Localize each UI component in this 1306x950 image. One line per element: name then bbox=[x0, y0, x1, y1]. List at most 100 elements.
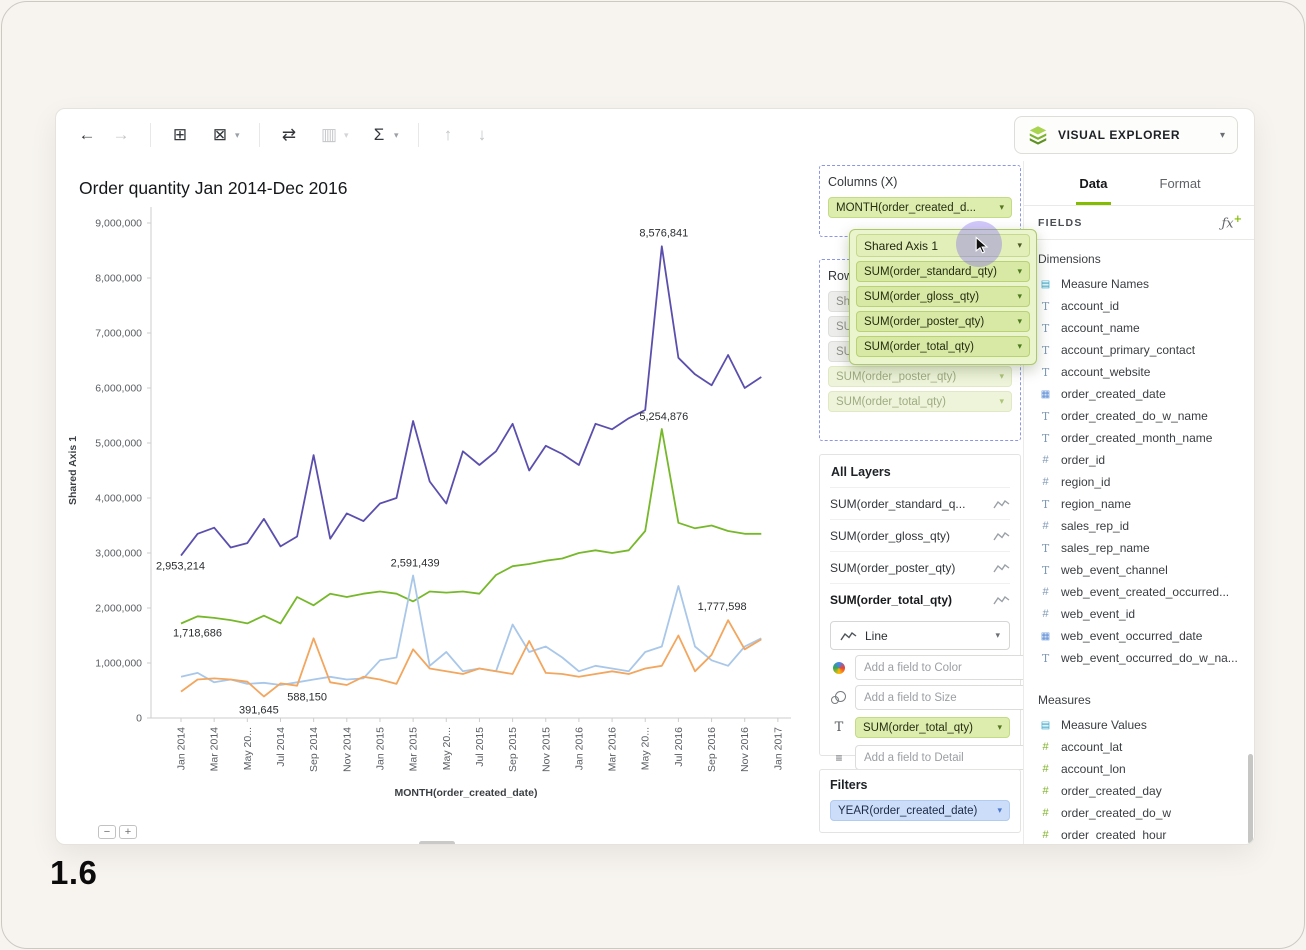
field-item-measure[interactable]: #account_lat bbox=[1038, 736, 1255, 758]
sort-descending-icon[interactable]: ↓ bbox=[467, 120, 497, 150]
field-item-dimension[interactable]: ▤Measure Names bbox=[1038, 273, 1255, 295]
number-type-icon: # bbox=[1038, 763, 1053, 775]
shared-axis-field-pill[interactable]: SUM(order_poster_qty)▾ bbox=[856, 311, 1030, 332]
svg-text:588,150: 588,150 bbox=[287, 692, 327, 704]
field-item-dimension[interactable]: Taccount_primary_contact bbox=[1038, 339, 1255, 361]
field-item-dimension[interactable]: #web_event_id bbox=[1038, 603, 1255, 625]
svg-text:8,000,000: 8,000,000 bbox=[95, 273, 142, 285]
field-item-dimension[interactable]: Torder_created_month_name bbox=[1038, 427, 1255, 449]
shared-axis-header[interactable]: Shared Axis 1 ▾ bbox=[856, 234, 1030, 257]
layer-row[interactable]: SUM(order_standard_q... bbox=[830, 487, 1010, 519]
text-type-icon: T bbox=[1038, 498, 1053, 511]
data-sidebar: Data Format FIELDS ƒx+ Dimensions ▤Measu… bbox=[1023, 161, 1255, 844]
svg-text:Sep 2014: Sep 2014 bbox=[308, 727, 320, 772]
field-item-dimension[interactable]: ▦web_event_occurred_date bbox=[1038, 625, 1255, 647]
svg-text:Jul 2015: Jul 2015 bbox=[474, 727, 486, 767]
tab-data[interactable]: Data bbox=[1076, 161, 1110, 205]
field-item-dimension[interactable]: Tregion_name bbox=[1038, 493, 1255, 515]
svg-text:2,591,439: 2,591,439 bbox=[391, 558, 440, 570]
number-type-icon: # bbox=[1038, 829, 1053, 840]
field-item-dimension[interactable]: #region_id bbox=[1038, 471, 1255, 493]
order-quantity-line-chart[interactable]: 01,000,0002,000,0003,000,0004,000,0005,0… bbox=[56, 161, 846, 809]
chevron-down-icon[interactable]: ▾ bbox=[1017, 316, 1022, 327]
field-item-dimension[interactable]: #order_id bbox=[1038, 449, 1255, 471]
sort-ascending-icon[interactable]: ↑ bbox=[433, 120, 463, 150]
svg-text:391,645: 391,645 bbox=[239, 705, 279, 717]
filters-title: Filters bbox=[830, 778, 1010, 792]
field-item-measure[interactable]: #order_created_day bbox=[1038, 780, 1255, 802]
field-item-dimension[interactable]: Torder_created_do_w_name bbox=[1038, 405, 1255, 427]
chevron-down-icon[interactable]: ▾ bbox=[394, 130, 404, 141]
zoom-in-button[interactable]: + bbox=[119, 825, 137, 839]
chevron-down-icon[interactable]: ▾ bbox=[999, 396, 1004, 407]
field-item-dimension[interactable]: Tsales_rep_name bbox=[1038, 537, 1255, 559]
chevron-down-icon[interactable]: ▾ bbox=[1017, 240, 1022, 251]
clear-viz-icon[interactable]: ⊠ bbox=[205, 120, 235, 150]
sidebar-scrollbar[interactable] bbox=[1248, 754, 1253, 844]
visual-explorer-button[interactable]: VISUAL EXPLORER ▾ bbox=[1014, 116, 1238, 154]
shared-axis-field-pill[interactable]: SUM(order_gloss_qty)▾ bbox=[856, 286, 1030, 307]
field-item-dimension[interactable]: Tweb_event_channel bbox=[1038, 559, 1255, 581]
zoom-out-button[interactable]: − bbox=[98, 825, 116, 839]
layer-row[interactable]: SUM(order_gloss_qty) bbox=[830, 519, 1010, 551]
field-item-dimension[interactable]: Taccount_id bbox=[1038, 295, 1255, 317]
layer-row[interactable]: SUM(order_poster_qty) bbox=[830, 551, 1010, 583]
field-item-measure[interactable]: #account_lon bbox=[1038, 758, 1255, 780]
svg-text:0: 0 bbox=[136, 713, 142, 725]
chevron-down-icon[interactable]: ▾ bbox=[1017, 266, 1022, 277]
filter-field-pill[interactable]: YEAR(order_created_date) ▾ bbox=[830, 800, 1010, 821]
fields-bar: FIELDS ƒx+ bbox=[1024, 206, 1255, 240]
rows-field-pill[interactable]: SUM(order_poster_qty)▾ bbox=[828, 366, 1012, 387]
swap-axes-icon[interactable]: ⇄ bbox=[274, 120, 304, 150]
rows-field-pill[interactable]: SUM(order_total_qty)▾ bbox=[828, 391, 1012, 412]
tab-format[interactable]: Format bbox=[1157, 161, 1204, 205]
number-type-icon: # bbox=[1038, 807, 1053, 819]
chevron-down-icon[interactable]: ▾ bbox=[999, 371, 1004, 382]
back-icon[interactable]: ← bbox=[72, 120, 102, 150]
chart-type-icon[interactable]: ▥ bbox=[314, 120, 344, 150]
color-field-input[interactable] bbox=[855, 655, 1027, 680]
shared-axis-field-pill[interactable]: SUM(order_standard_qty)▾ bbox=[856, 261, 1030, 282]
duplicate-viz-icon[interactable]: ⊞ bbox=[165, 120, 195, 150]
field-item-dimension[interactable]: Tweb_event_occurred_do_w_na... bbox=[1038, 647, 1255, 669]
text-type-icon: T bbox=[1038, 432, 1053, 445]
size-field-input[interactable] bbox=[855, 685, 1027, 710]
chevron-down-icon[interactable]: ▾ bbox=[1017, 291, 1022, 302]
text-field-pill[interactable]: SUM(order_total_qty) ▾ bbox=[855, 717, 1010, 738]
svg-text:5,254,876: 5,254,876 bbox=[639, 411, 688, 423]
detail-field-icon: ≡ bbox=[830, 751, 848, 765]
size-field-icon bbox=[830, 691, 848, 705]
field-item-dimension[interactable]: Taccount_website bbox=[1038, 361, 1255, 383]
field-item-measure[interactable]: #order_created_hour bbox=[1038, 824, 1255, 840]
special-type-icon: ▤ bbox=[1038, 279, 1053, 290]
shared-axis-field-pill[interactable]: SUM(order_total_qty)▾ bbox=[856, 336, 1030, 357]
columns-field-pill[interactable]: MONTH(order_created_d... ▾ bbox=[828, 197, 1012, 218]
forward-icon[interactable]: → bbox=[106, 120, 136, 150]
detail-field-input[interactable] bbox=[855, 745, 1027, 770]
mark-type-select[interactable]: Line ▾ bbox=[830, 621, 1010, 650]
svg-text:4,000,000: 4,000,000 bbox=[95, 493, 142, 505]
chart-horizontal-scrollbar[interactable] bbox=[419, 841, 455, 845]
text-type-icon: T bbox=[1038, 564, 1053, 577]
toolbar-divider bbox=[150, 123, 151, 147]
field-item-dimension[interactable]: ▦order_created_date bbox=[1038, 383, 1255, 405]
field-item-dimension[interactable]: #web_event_created_occurred... bbox=[1038, 581, 1255, 603]
chevron-down-icon[interactable]: ▾ bbox=[235, 130, 245, 141]
svg-text:Nov 2015: Nov 2015 bbox=[540, 727, 552, 772]
aggregate-sigma-icon[interactable]: Σ bbox=[364, 120, 394, 150]
layer-row[interactable]: SUM(order_total_qty) bbox=[830, 583, 1010, 615]
fields-label: FIELDS bbox=[1038, 217, 1083, 229]
field-item-measure[interactable]: #order_created_do_w bbox=[1038, 802, 1255, 824]
add-formula-icon[interactable]: ƒx+ bbox=[1221, 214, 1242, 231]
field-item-dimension[interactable]: Taccount_name bbox=[1038, 317, 1255, 339]
field-item-measure[interactable]: ▤Measure Values bbox=[1038, 714, 1255, 736]
svg-text:9,000,000: 9,000,000 bbox=[95, 218, 142, 230]
chevron-down-icon[interactable]: ▾ bbox=[1017, 341, 1022, 352]
chevron-down-icon[interactable]: ▾ bbox=[997, 722, 1002, 733]
svg-text:Mar 2016: Mar 2016 bbox=[607, 727, 619, 772]
chevron-down-icon[interactable]: ▾ bbox=[999, 202, 1004, 213]
chevron-down-icon[interactable]: ▾ bbox=[997, 805, 1002, 816]
series-line bbox=[181, 246, 761, 555]
svg-text:Jan 2016: Jan 2016 bbox=[573, 727, 585, 770]
field-item-dimension[interactable]: #sales_rep_id bbox=[1038, 515, 1255, 537]
